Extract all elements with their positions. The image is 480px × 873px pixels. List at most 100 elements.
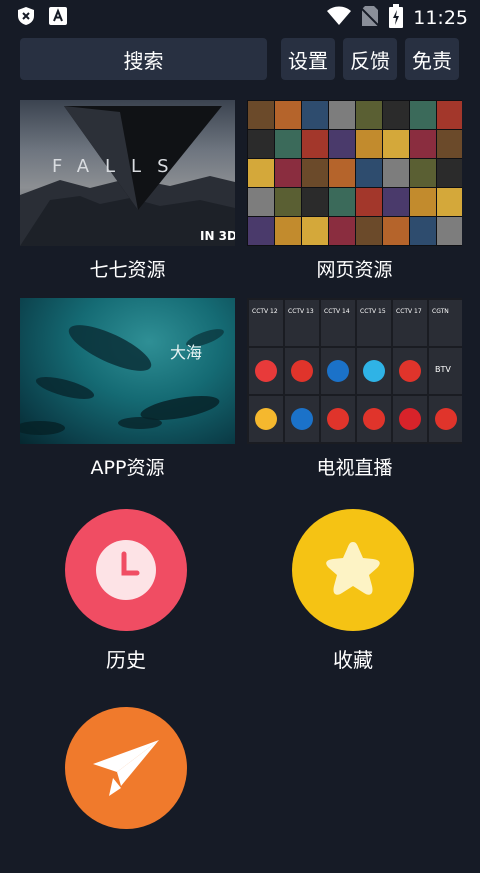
tile-label: 网页资源 bbox=[316, 259, 393, 281]
movie-thumbnail bbox=[383, 188, 409, 216]
channel-name: CCTV 13 bbox=[288, 308, 314, 315]
movie-thumbnail bbox=[410, 130, 436, 158]
channel-logo bbox=[363, 360, 385, 382]
tile-label: APP资源 bbox=[90, 457, 165, 479]
movie-thumbnail bbox=[302, 159, 328, 187]
tile-app-resources[interactable]: 大海 APP资源 bbox=[20, 298, 235, 482]
movie-thumbnail bbox=[437, 217, 462, 245]
movie-thumbnail bbox=[383, 159, 409, 187]
disclaimer-button[interactable]: 免责 bbox=[405, 38, 459, 80]
movie-thumbnail bbox=[248, 188, 274, 216]
movie-poster-falls-image: FALLS IN 3D bbox=[20, 100, 235, 246]
tile-web-resources[interactable]: 网页资源 bbox=[247, 100, 462, 284]
channel-logo bbox=[327, 408, 349, 430]
channel-cell bbox=[393, 300, 427, 346]
channel-logo bbox=[399, 360, 421, 382]
movie-thumbnail bbox=[329, 130, 355, 158]
tile-tv-live[interactable]: CCTV 12 CCTV 13 CCTV 14 CCTV 15 CCTV 17 CGTN B… bbox=[247, 298, 462, 482]
movie-thumbnail bbox=[410, 101, 436, 129]
movie-thumbnail bbox=[329, 217, 355, 245]
movie-thumbnail bbox=[248, 101, 274, 129]
shortcut-label bbox=[46, 843, 206, 873]
top-toolbar: 搜索 设置 反馈 免责 bbox=[20, 38, 461, 82]
channel-name: CCTV 15 bbox=[360, 308, 386, 315]
poster-caption-text: 大海 bbox=[170, 343, 202, 362]
channel-logo bbox=[291, 360, 313, 382]
movie-thumbnail bbox=[356, 101, 382, 129]
channel-logo bbox=[327, 360, 349, 382]
channel-cell bbox=[249, 300, 283, 346]
tile-label: 七七资源 bbox=[89, 259, 166, 281]
movie-thumbnail bbox=[302, 101, 328, 129]
channel-name: CCTV 12 bbox=[252, 308, 278, 315]
channel-logo bbox=[399, 408, 421, 430]
movie-thumbnail bbox=[248, 217, 274, 245]
movie-thumbnail bbox=[329, 159, 355, 187]
movie-thumbnail bbox=[356, 188, 382, 216]
ocean-whales-image: 大海 bbox=[20, 298, 235, 444]
movie-thumbnail bbox=[248, 159, 274, 187]
movie-thumbnail bbox=[383, 130, 409, 158]
movie-poster-grid-image bbox=[247, 100, 462, 246]
poster-badge-text: IN 3D bbox=[200, 229, 235, 243]
tile-label: 电视直播 bbox=[316, 457, 393, 479]
movie-thumbnail bbox=[383, 217, 409, 245]
shortcut-history[interactable]: 历史 bbox=[46, 509, 206, 675]
movie-thumbnail bbox=[248, 130, 274, 158]
paper-plane-icon bbox=[65, 707, 187, 829]
movie-thumbnail bbox=[329, 188, 355, 216]
movie-thumbnail bbox=[437, 101, 462, 129]
shortcut-label: 历史 bbox=[106, 648, 146, 672]
channel-name: CCTV 14 bbox=[324, 308, 350, 315]
channel-cell bbox=[321, 300, 355, 346]
movie-thumbnail bbox=[356, 159, 382, 187]
status-time: 11:25 bbox=[413, 7, 468, 29]
settings-button[interactable]: 设置 bbox=[281, 38, 335, 80]
movie-thumbnail bbox=[356, 130, 382, 158]
movie-thumbnail bbox=[383, 101, 409, 129]
shortcut-share[interactable] bbox=[46, 707, 206, 873]
shortcut-label: 收藏 bbox=[333, 648, 373, 672]
movie-thumbnail bbox=[410, 217, 436, 245]
channel-name: CGTN bbox=[432, 308, 449, 315]
feedback-button[interactable]: 反馈 bbox=[343, 38, 397, 80]
channel-logo bbox=[255, 408, 277, 430]
poster-title-text: FALLS bbox=[52, 156, 185, 177]
channel-logo bbox=[363, 408, 385, 430]
movie-thumbnail bbox=[329, 101, 355, 129]
channel-logo bbox=[255, 360, 277, 382]
no-sim-icon bbox=[360, 5, 380, 31]
clock-icon bbox=[65, 509, 187, 631]
tile-qiqi-resources[interactable]: FALLS IN 3D 七七资源 bbox=[20, 100, 235, 284]
movie-thumbnail bbox=[302, 217, 328, 245]
movie-thumbnail bbox=[275, 159, 301, 187]
shortcut-favorites[interactable]: 收藏 bbox=[273, 509, 433, 675]
movie-thumbnail bbox=[275, 188, 301, 216]
channel-cell bbox=[429, 300, 462, 346]
movie-thumbnail bbox=[275, 130, 301, 158]
auto-a-icon bbox=[48, 6, 68, 30]
search-button[interactable]: 搜索 bbox=[20, 38, 267, 80]
movie-thumbnail bbox=[356, 217, 382, 245]
star-icon bbox=[292, 509, 414, 631]
tv-channel-grid-image: CCTV 12 CCTV 13 CCTV 14 CCTV 15 CCTV 17 CGTN B… bbox=[247, 298, 462, 444]
movie-thumbnail bbox=[275, 101, 301, 129]
movie-thumbnail bbox=[275, 217, 301, 245]
channel-cell bbox=[357, 300, 391, 346]
battery-charging-icon bbox=[389, 4, 404, 32]
movie-thumbnail bbox=[302, 130, 328, 158]
movie-thumbnail bbox=[302, 188, 328, 216]
channel-name: CCTV 17 bbox=[396, 308, 422, 315]
channel-name: BTV bbox=[435, 365, 451, 374]
wifi-icon bbox=[327, 6, 352, 30]
status-bar: 11:25 bbox=[0, 0, 480, 32]
channel-logo bbox=[291, 408, 313, 430]
movie-thumbnail bbox=[437, 130, 462, 158]
movie-thumbnail bbox=[410, 188, 436, 216]
movie-thumbnail bbox=[437, 159, 462, 187]
channel-cell bbox=[285, 300, 319, 346]
movie-thumbnail bbox=[437, 188, 462, 216]
movie-thumbnail bbox=[410, 159, 436, 187]
channel-logo bbox=[435, 408, 457, 430]
shield-x-icon bbox=[16, 6, 36, 30]
